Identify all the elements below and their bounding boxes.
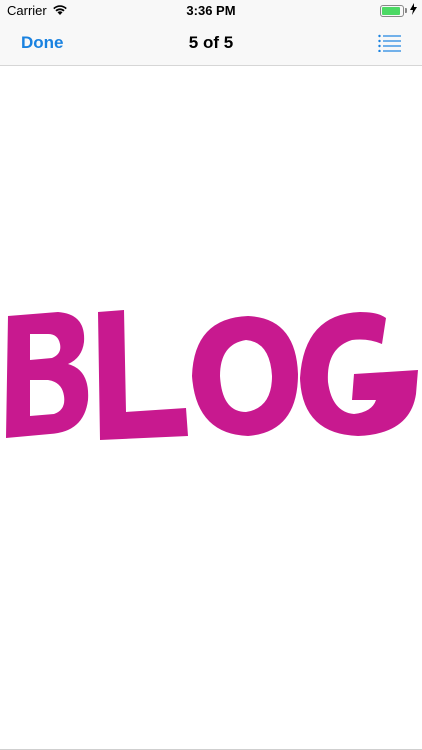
navigation-bar: Done 5 of 5	[0, 22, 422, 66]
list-icon[interactable]	[378, 34, 402, 53]
battery-icon	[380, 5, 404, 17]
document-viewer[interactable]	[0, 66, 422, 750]
battery-cap	[405, 8, 407, 13]
blog-lettering	[6, 310, 418, 440]
page-counter-title: 5 of 5	[188, 33, 234, 52]
blog-image	[0, 304, 422, 444]
status-bar: Carrier 3:36 PM	[0, 0, 422, 22]
status-time: 3:36 PM	[186, 3, 236, 18]
bolt-icon	[410, 3, 417, 18]
battery-level-fill	[382, 7, 400, 15]
